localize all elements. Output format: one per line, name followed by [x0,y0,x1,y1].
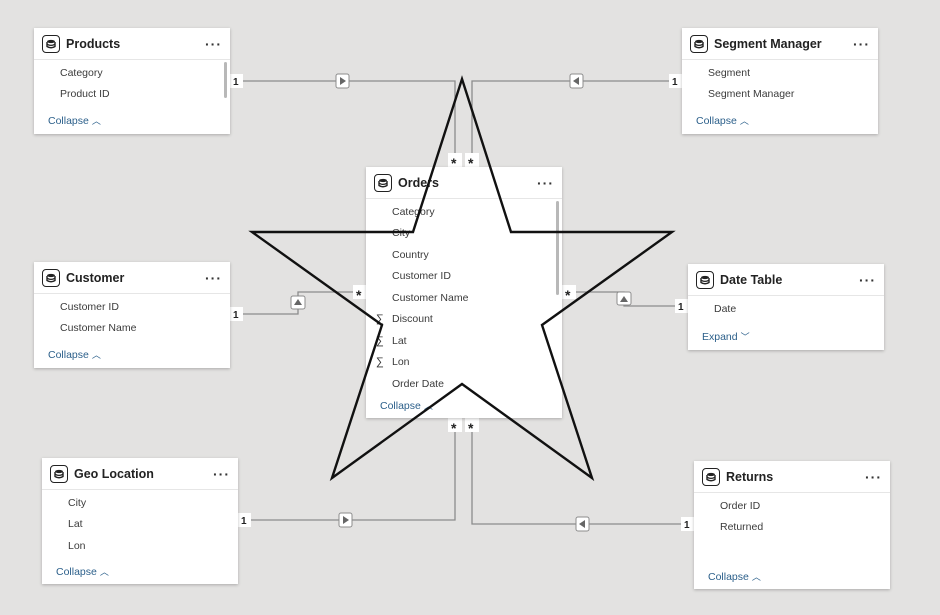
collapse-label: Collapse [56,566,97,578]
collapse-button[interactable]: Collapse ︿ [366,399,433,412]
field-label: Discount [392,313,433,326]
cardinality-one: 1 [684,520,690,531]
table-title: Segment Manager [714,36,822,51]
field-category[interactable]: Category [366,201,562,223]
field-lon[interactable]: Lon [42,535,238,557]
field-label: Lon [392,356,410,369]
table-card-geo-location[interactable]: Geo Location ··· City Lat Lon Collapse ︿ [42,458,238,584]
chevron-up-icon: ︿ [91,116,101,126]
collapse-label: Collapse [48,115,89,127]
more-options-button[interactable]: ··· [537,175,554,191]
relationship-line-products-orders[interactable] [230,80,456,168]
table-title: Geo Location [74,466,154,481]
table-icon [42,34,60,53]
field-customer-id[interactable]: Customer ID [366,266,562,288]
table-icon [702,467,720,486]
chevron-up-icon: ︿ [91,350,101,360]
more-options-button[interactable]: ··· [205,36,222,52]
chevron-down-icon: ﹀ [740,332,750,342]
more-options-button[interactable]: ··· [205,270,222,286]
collapse-label: Collapse [380,400,421,412]
field-label: Lat [392,334,407,347]
table-icon [374,173,392,192]
field-city[interactable]: City [42,492,238,514]
collapse-label: Collapse [708,571,749,583]
table-title: Returns [726,469,774,484]
field-segment[interactable]: Segment [682,62,878,84]
chevron-up-icon: ︿ [99,567,109,577]
scrollbar[interactable] [224,62,227,98]
collapse-label: Collapse [696,115,737,127]
field-category[interactable]: Category [34,62,230,84]
sigma-icon: ∑ [376,313,384,326]
field-product-id[interactable]: Product ID [34,84,230,106]
filter-direction-arrow [338,512,353,528]
more-options-button[interactable]: ··· [213,466,230,482]
cardinality-many: * [356,287,362,303]
table-title: Products [66,36,121,51]
cardinality-one: 1 [233,77,239,88]
cardinality-one: 1 [672,77,678,88]
collapse-button[interactable]: Collapse ︿ [34,114,101,127]
collapse-label: Collapse [48,349,89,361]
table-title: Orders [398,175,439,190]
filter-direction-arrow [569,73,584,89]
table-icon [42,268,60,287]
table-card-orders[interactable]: Orders ··· Category City Country Custome… [366,167,562,418]
cardinality-many: * [468,420,474,436]
more-options-button[interactable]: ··· [853,36,870,52]
cardinality-many: * [565,287,571,303]
collapse-button[interactable]: Collapse ︿ [694,570,761,583]
table-card-returns[interactable]: Returns ··· Order ID Returned Collapse ︿ [694,461,890,589]
relationship-line-returns-orders[interactable] [471,418,694,525]
sigma-icon: ∑ [376,334,384,347]
filter-direction-arrow [335,73,350,89]
relationship-line-geo-orders[interactable] [238,418,456,521]
relationship-line-segment-orders[interactable] [471,80,682,168]
scrollbar[interactable] [556,201,559,295]
field-discount[interactable]: ∑ Discount [366,309,562,331]
field-country[interactable]: Country [366,244,562,266]
table-title: Customer [66,270,125,285]
chevron-up-icon: ︿ [423,401,433,411]
filter-direction-arrow [575,516,590,532]
field-returned[interactable]: Returned [694,517,890,539]
field-order-id[interactable]: Order ID [694,495,890,517]
more-options-button[interactable]: ··· [865,469,882,485]
sigma-icon: ∑ [376,356,384,369]
table-card-products[interactable]: Products ··· Category Product ID Collaps… [34,28,230,134]
collapse-button[interactable]: Collapse ︿ [42,565,109,578]
chevron-up-icon: ︿ [751,572,761,582]
table-card-segment-manager[interactable]: Segment Manager ··· Segment Segment Mana… [682,28,878,134]
field-date[interactable]: Date [688,298,884,320]
field-order-date[interactable]: Order Date [366,373,562,395]
collapse-button[interactable]: Collapse ︿ [34,348,101,361]
field-lat[interactable]: ∑ Lat [366,330,562,352]
field-customer-name[interactable]: Customer Name [366,287,562,309]
field-lon[interactable]: ∑ Lon [366,352,562,374]
cardinality-one: 1 [233,310,239,321]
table-icon [50,464,68,483]
filter-direction-arrow [616,291,632,306]
chevron-up-icon: ︿ [739,116,749,126]
table-card-date-table[interactable]: Date Table ··· Date Expand ﹀ [688,264,884,350]
field-customer-id[interactable]: Customer ID [34,296,230,318]
collapse-button[interactable]: Collapse ︿ [682,114,749,127]
field-lat[interactable]: Lat [42,514,238,536]
table-title: Date Table [720,272,783,287]
table-icon [690,34,708,53]
cardinality-one: 1 [678,302,684,313]
filter-direction-arrow [290,295,306,310]
field-segment-manager[interactable]: Segment Manager [682,84,878,106]
table-icon [696,270,714,289]
table-card-customer[interactable]: Customer ··· Customer ID Customer Name C… [34,262,230,368]
cardinality-many: * [451,420,457,436]
field-customer-name[interactable]: Customer Name [34,318,230,340]
field-city[interactable]: City [366,223,562,245]
expand-button[interactable]: Expand ﹀ [688,330,750,343]
cardinality-one: 1 [241,516,247,527]
expand-label: Expand [702,331,738,343]
more-options-button[interactable]: ··· [859,272,876,288]
